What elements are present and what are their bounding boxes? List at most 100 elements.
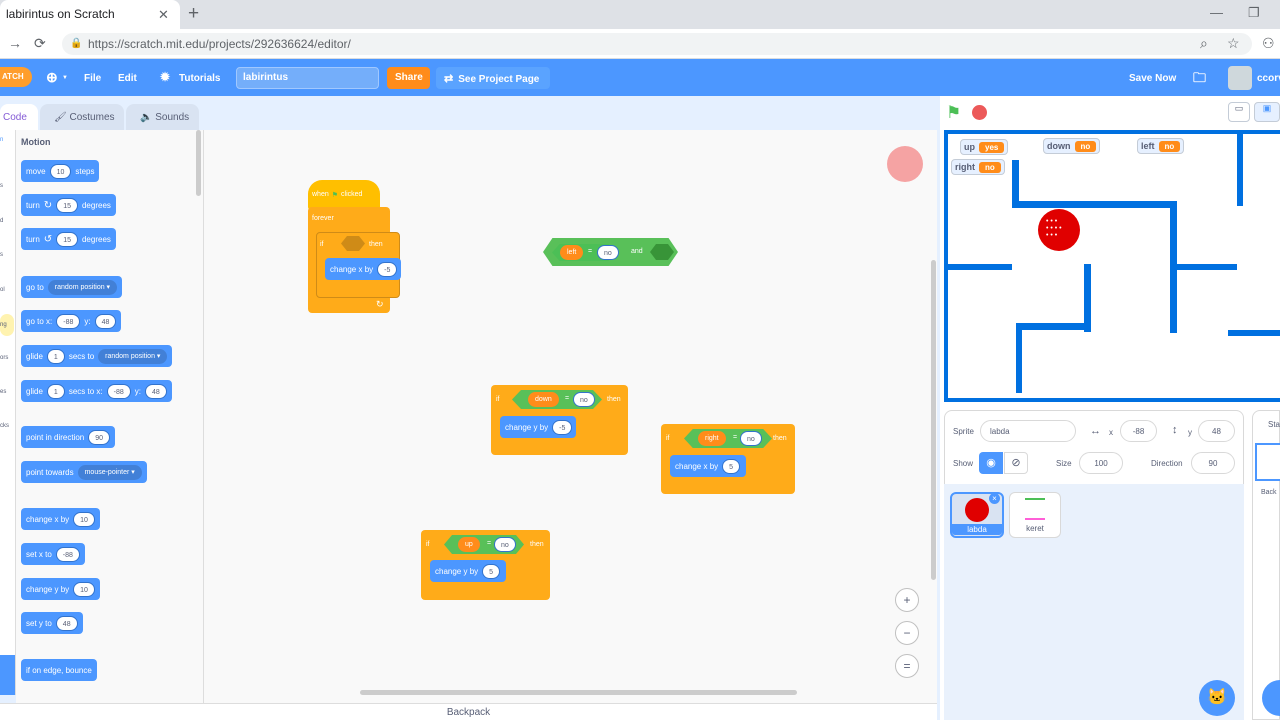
category-sound[interactable]: d — [0, 218, 3, 224]
palette-block[interactable]: go to random position ▾ — [21, 276, 123, 298]
username[interactable]: ccorv — [1257, 73, 1280, 84]
palette-block-input[interactable]: -88 — [55, 546, 80, 562]
delete-sprite-icon[interactable]: × — [989, 493, 1000, 504]
forward-icon[interactable]: → — [8, 35, 22, 51]
if-up-value[interactable]: no — [494, 537, 516, 552]
close-tab-icon[interactable]: ✕ — [158, 7, 169, 23]
variable-down[interactable]: down — [528, 392, 559, 407]
category-my-blocks[interactable]: cks — [0, 423, 9, 429]
category-operators[interactable]: ors — [0, 355, 8, 361]
change-y-block-up[interactable]: change y by 5 — [430, 560, 506, 582]
monitor-left[interactable]: left no — [1137, 138, 1185, 154]
x-input[interactable]: -88 — [1120, 420, 1157, 442]
project-title-input[interactable]: labirintus — [236, 67, 379, 89]
add-sprite-cat-icon[interactable]: 🐱 — [1199, 680, 1235, 716]
tab-costumes[interactable]: 🖌 Costumes — [40, 104, 124, 130]
monitor-right[interactable]: right no — [951, 159, 1005, 175]
zoom-out-icon[interactable]: − — [895, 621, 919, 645]
palette-block-input[interactable]: -88 — [56, 313, 81, 329]
menu-file[interactable]: File — [84, 73, 101, 84]
category-motion[interactable]: n — [0, 137, 3, 143]
palette-block[interactable]: set x to -88 — [21, 543, 85, 565]
browser-tab[interactable]: labirintus on Scratch — [0, 0, 180, 29]
category-control[interactable]: ol — [0, 287, 5, 293]
variable-up[interactable]: up — [458, 537, 480, 552]
palette-dropdown[interactable]: random position ▾ — [47, 279, 118, 295]
zoom-reset-icon[interactable]: = — [895, 654, 919, 678]
avatar[interactable] — [1228, 66, 1252, 90]
palette-block-input[interactable]: 48 — [94, 313, 117, 329]
palette-block-input[interactable]: 90 — [88, 429, 111, 445]
monitor-down[interactable]: down no — [1043, 138, 1101, 154]
stop-icon[interactable] — [972, 105, 987, 120]
change-x-block-right[interactable]: change x by 5 — [670, 455, 746, 477]
variable-right[interactable]: right — [698, 431, 726, 446]
palette-block-input[interactable]: 10 — [73, 511, 95, 527]
menu-edit[interactable]: Edit — [118, 73, 137, 84]
palette-block[interactable]: change y by 10 — [21, 578, 100, 600]
my-stuff-folder-icon[interactable]: 🗀 — [1193, 69, 1206, 91]
change-x-value[interactable]: -5 — [377, 261, 398, 277]
palette-block-input[interactable]: 15 — [56, 231, 78, 247]
green-flag-icon[interactable]: ⚑ — [946, 103, 961, 123]
palette-block[interactable]: change x by 10 — [21, 508, 100, 530]
menu-tutorials[interactable]: Tutorials — [179, 73, 220, 84]
profile-icon[interactable]: ⚇ — [1262, 35, 1275, 52]
palette-block[interactable]: go to x: -88 y: 48 — [21, 310, 122, 332]
variable-left[interactable]: left — [560, 245, 584, 260]
palette-block[interactable]: if on edge, bounce — [21, 659, 97, 681]
equals-value[interactable]: no — [597, 245, 619, 260]
globe-icon[interactable]: ⊕ — [46, 69, 58, 86]
tab-sounds[interactable]: 🔈 Sounds — [126, 104, 199, 130]
palette-block-input[interactable]: -88 — [106, 383, 131, 399]
palette-block[interactable]: turn ↺ 15 degrees — [21, 228, 116, 250]
palette-block[interactable]: set y to 48 — [21, 612, 83, 634]
extensions-button[interactable] — [0, 655, 15, 695]
sprite-tile-keret[interactable]: keret — [1009, 492, 1061, 538]
palette-dropdown[interactable]: mouse-pointer ▾ — [77, 464, 142, 480]
scratch-logo[interactable]: ATCH — [0, 67, 32, 87]
palette-block-input[interactable]: 15 — [56, 197, 78, 213]
palette-block-input[interactable]: 48 — [144, 383, 167, 399]
palette-block-input[interactable]: 1 — [46, 383, 65, 399]
change-y-up-value[interactable]: 5 — [482, 563, 501, 579]
script-horizontal-scrollbar[interactable] — [360, 690, 797, 695]
change-y-down-value[interactable]: -5 — [552, 419, 573, 435]
palette-block-input[interactable]: 1 — [46, 348, 65, 364]
stage-thumbnail[interactable] — [1255, 443, 1280, 481]
save-now-button[interactable]: Save Now — [1129, 73, 1176, 84]
script-vertical-scrollbar[interactable] — [931, 260, 936, 580]
if-right-value[interactable]: no — [740, 431, 762, 446]
reload-icon[interactable]: ⟳ — [34, 35, 46, 52]
palette-block[interactable]: glide 1 secs to random position ▾ — [21, 345, 173, 367]
show-hidden-eye-icon[interactable]: ⊘ — [1004, 452, 1028, 474]
palette-block-input[interactable]: 10 — [73, 581, 95, 597]
y-input[interactable]: 48 — [1198, 420, 1235, 442]
new-tab-icon[interactable]: + — [188, 3, 199, 25]
palette-block[interactable]: move 10 steps — [21, 160, 100, 182]
category-events[interactable]: s — [0, 252, 3, 258]
palette-block[interactable]: glide 1 secs to x: -88 y: 48 — [21, 380, 172, 402]
zoom-icon[interactable]: ⌕ — [1200, 35, 1208, 52]
if-down-value[interactable]: no — [573, 392, 595, 407]
share-button[interactable]: Share — [387, 67, 430, 89]
change-x-block[interactable]: change x by -5 — [325, 258, 401, 280]
direction-input[interactable]: 90 — [1191, 452, 1235, 474]
bookmark-star-icon[interactable]: ☆ — [1227, 35, 1240, 52]
palette-block[interactable]: turn ↻ 15 degrees — [21, 194, 116, 216]
palette-block[interactable]: point towards mouse-pointer ▾ — [21, 461, 147, 483]
large-stage-icon[interactable]: ▣ — [1254, 102, 1280, 122]
size-input[interactable]: 100 — [1079, 452, 1123, 474]
category-sensing[interactable]: ng — [0, 314, 14, 336]
sprite-name-input[interactable]: labda — [980, 420, 1076, 442]
palette-block[interactable]: point in direction 90 — [21, 426, 116, 448]
change-y-block-down[interactable]: change y by -5 — [500, 416, 576, 438]
minimize-icon[interactable]: — — [1210, 5, 1223, 20]
see-project-page-button[interactable]: ⇄ See Project Page — [436, 67, 550, 89]
tab-code[interactable]: Code — [0, 104, 38, 130]
small-stage-icon[interactable]: ▭ — [1228, 102, 1250, 122]
backpack[interactable]: Backpack — [0, 703, 937, 720]
show-visible-eye-icon[interactable]: ◉ — [979, 452, 1003, 474]
category-variables[interactable]: es — [0, 389, 6, 395]
monitor-up[interactable]: up yes — [960, 139, 1009, 155]
